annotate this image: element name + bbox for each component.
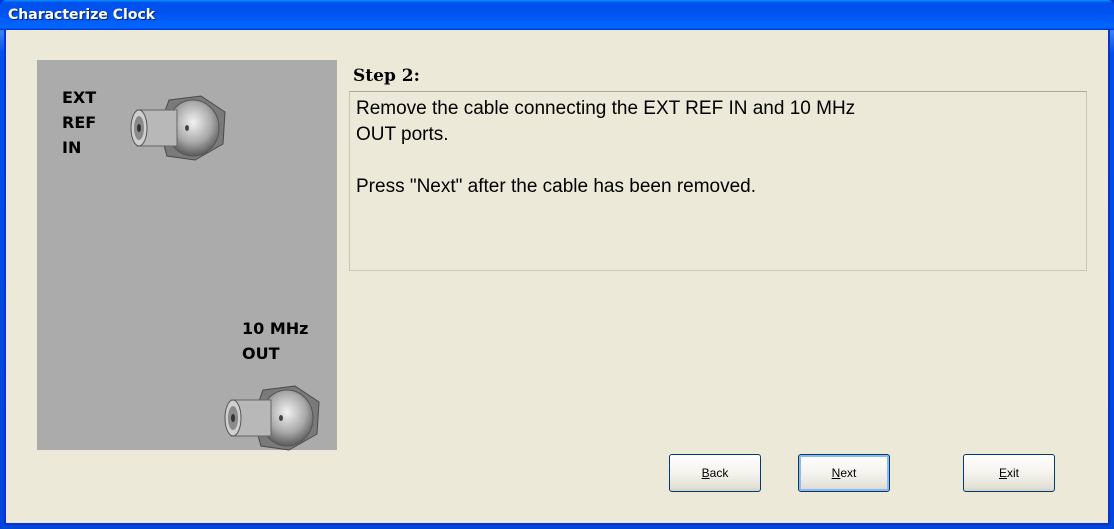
instruction-line: OUT ports. <box>356 124 449 145</box>
next-button[interactable]: Next <box>798 454 890 492</box>
10mhz-out-connector-icon <box>224 385 320 451</box>
exit-button-mnemonic: E <box>998 466 1007 480</box>
next-button-mnemonic: N <box>831 466 841 480</box>
instructions-box: Remove the cable connecting the EXT REF … <box>349 91 1087 271</box>
exit-button-label: xit <box>1007 466 1019 480</box>
step-title: Step 2: <box>353 66 420 86</box>
instruction-spacer <box>356 148 1080 174</box>
instruction-line: Press "Next" after the cable has been re… <box>356 176 757 197</box>
window-title: Characterize Clock <box>8 7 156 23</box>
next-button-label: ext <box>840 466 857 480</box>
ext-ref-in-connector-icon <box>130 95 226 161</box>
connector-illustration-panel: EXT REF IN 10 MHz OUT <box>37 60 337 451</box>
back-button-mnemonic: B <box>701 466 710 480</box>
dialog-client-area: EXT REF IN 10 MHz OUT Step 2: Remove the… <box>4 30 1110 525</box>
back-button[interactable]: Back <box>669 454 761 492</box>
dialog-window: Characterize Clock EXT REF IN 10 MHz OUT… <box>0 0 1114 529</box>
10mhz-out-label: 10 MHz OUT <box>242 319 309 363</box>
ext-ref-in-label: EXT REF IN <box>62 88 97 157</box>
title-bar[interactable]: Characterize Clock <box>0 0 1114 30</box>
back-button-label: ack <box>709 466 729 480</box>
instruction-line: Remove the cable connecting the EXT REF … <box>356 98 856 119</box>
exit-button[interactable]: Exit <box>963 454 1055 492</box>
